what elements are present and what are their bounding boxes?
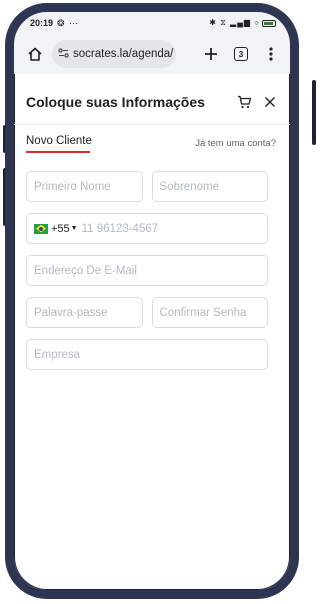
password-row bbox=[26, 297, 268, 328]
phone-field: +55 ▼ bbox=[26, 213, 268, 244]
registration-form: +55 ▼ bbox=[26, 171, 268, 381]
company-input[interactable] bbox=[34, 348, 260, 361]
header-actions bbox=[237, 95, 276, 109]
home-icon[interactable] bbox=[24, 43, 46, 65]
brazil-flag-icon[interactable] bbox=[34, 223, 48, 234]
system-icons: ✱ ⧖ ▂▄▆ ⌔ bbox=[209, 18, 276, 28]
form-tabs: Novo Cliente Já tem uma conta? bbox=[26, 135, 276, 157]
modal-header: Coloque suas Informações bbox=[14, 84, 290, 120]
confirm-password-input[interactable] bbox=[159, 306, 260, 319]
email-field bbox=[26, 255, 268, 286]
country-code[interactable]: +55 bbox=[51, 223, 70, 235]
email-row bbox=[26, 255, 268, 286]
plus-icon[interactable] bbox=[200, 43, 222, 65]
signal-wifi-icons: ✱ ⧖ ▂▄▆ ⌔ bbox=[209, 18, 260, 27]
tab-count: 3 bbox=[234, 47, 248, 61]
first-name-input[interactable] bbox=[34, 180, 135, 193]
tab-switcher-button[interactable]: 3 bbox=[230, 43, 252, 65]
first-name-field bbox=[26, 171, 143, 202]
phone-frame: 20:19 ❂ ⋯ ✱ ⧖ ▂▄▆ ⌔ socrates.la/agenda/ bbox=[5, 3, 299, 599]
last-name-field bbox=[151, 171, 268, 202]
phone-row: +55 ▼ bbox=[26, 213, 268, 244]
password-field bbox=[26, 297, 143, 328]
more-vert-icon[interactable] bbox=[260, 43, 282, 65]
cart-icon[interactable] bbox=[237, 95, 252, 109]
notification-icons: ❂ ⋯ bbox=[57, 17, 80, 28]
toolbar-actions: 3 bbox=[200, 43, 282, 65]
password-input[interactable] bbox=[34, 306, 135, 319]
tab-new-client[interactable]: Novo Cliente bbox=[26, 135, 92, 153]
site-settings-icon[interactable] bbox=[58, 47, 69, 61]
browser-toolbar: socrates.la/agenda/ 3 bbox=[14, 34, 290, 74]
url-path: /agenda/ bbox=[128, 48, 174, 60]
confirm-password-field bbox=[151, 297, 268, 328]
page-title: Coloque suas Informações bbox=[26, 94, 205, 110]
chevron-down-icon[interactable]: ▼ bbox=[71, 225, 78, 232]
address-bar[interactable]: socrates.la/agenda/ bbox=[52, 40, 176, 68]
company-field bbox=[26, 339, 268, 370]
last-name-input[interactable] bbox=[159, 180, 260, 193]
name-row bbox=[26, 171, 268, 202]
status-bar: 20:19 ❂ ⋯ ✱ ⧖ ▂▄▆ ⌔ bbox=[14, 12, 290, 34]
close-icon[interactable] bbox=[264, 96, 276, 108]
phone-input[interactable] bbox=[81, 222, 260, 235]
url-host: socrates.la bbox=[73, 48, 129, 60]
status-time: 20:19 bbox=[30, 18, 54, 28]
email-input[interactable] bbox=[34, 264, 260, 277]
company-row bbox=[26, 339, 268, 370]
header-divider bbox=[14, 124, 290, 125]
battery-icon bbox=[262, 19, 276, 27]
power-button bbox=[312, 80, 316, 145]
login-link[interactable]: Já tem uma conta? bbox=[195, 135, 276, 149]
screen: 20:19 ❂ ⋯ ✱ ⧖ ▂▄▆ ⌔ socrates.la/agenda/ bbox=[14, 12, 290, 590]
